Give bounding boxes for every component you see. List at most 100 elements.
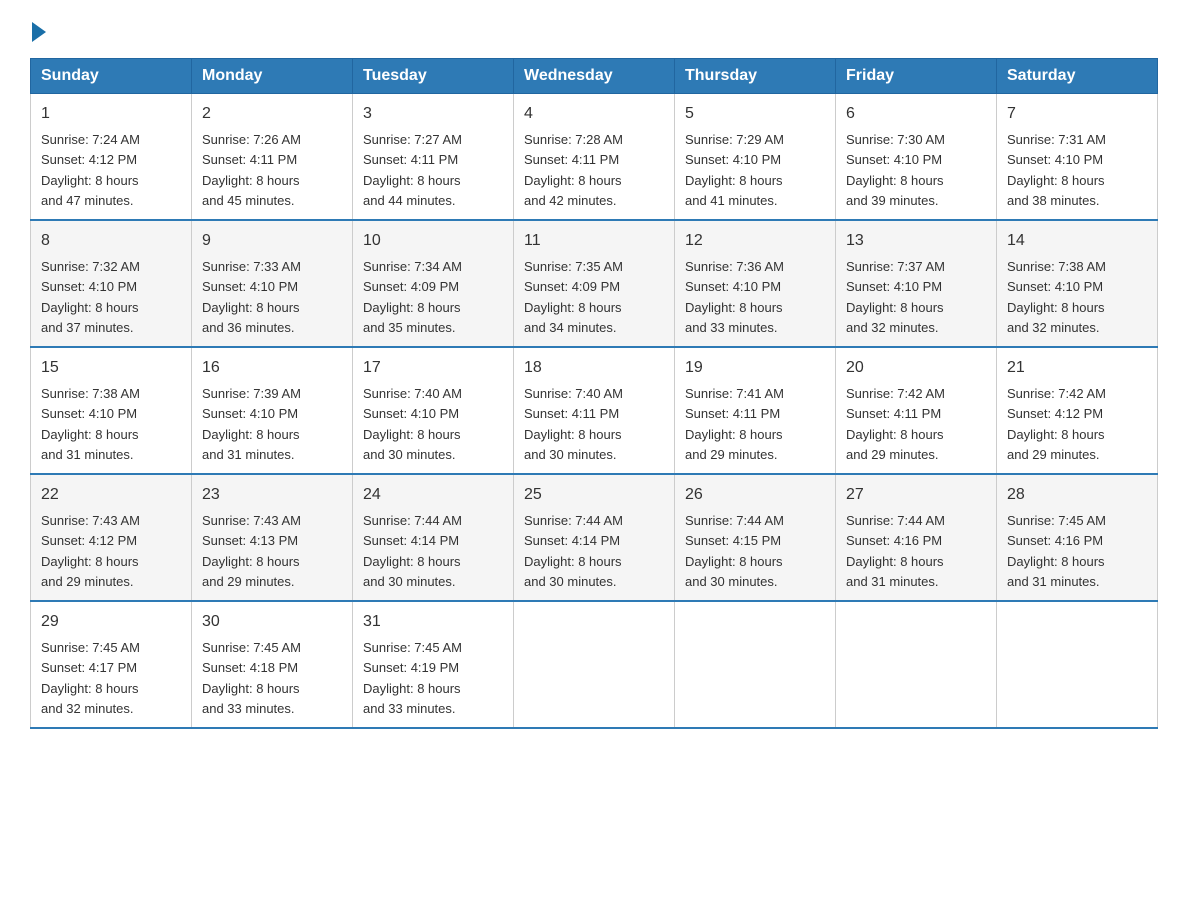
day-info: Sunrise: 7:30 AMSunset: 4:10 PMDaylight:… — [846, 132, 945, 208]
calendar-cell: 26 Sunrise: 7:44 AMSunset: 4:15 PMDayligh… — [675, 474, 836, 601]
day-number: 7 — [1007, 102, 1147, 126]
calendar-cell: 25Sunrise: 7:44 AMSunset: 4:14 PMDayligh… — [514, 474, 675, 601]
day-number: 26 — [685, 483, 825, 507]
day-info: Sunrise: 7:42 AMSunset: 4:12 PMDaylight:… — [1007, 386, 1106, 462]
calendar-cell: 1 Sunrise: 7:24 AMSunset: 4:12 PMDaylight… — [31, 94, 192, 221]
day-number: 3 — [363, 102, 503, 126]
calendar-week-row: 29 Sunrise: 7:45 AMSunset: 4:17 PMDayligh… — [31, 601, 1158, 728]
day-info: Sunrise: 7:26 AMSunset: 4:11 PMDaylight:… — [202, 132, 301, 208]
day-number: 30 — [202, 610, 342, 634]
calendar-cell: 6 Sunrise: 7:30 AMSunset: 4:10 PMDaylight… — [836, 94, 997, 221]
day-number: 8 — [41, 229, 181, 253]
day-info: Sunrise: 7:41 AMSunset: 4:11 PMDaylight:… — [685, 386, 784, 462]
day-info: Sunrise: 7:44 AMSunset: 4:16 PMDaylight:… — [846, 513, 945, 589]
day-number: 24 — [363, 483, 503, 507]
calendar-cell: 24 Sunrise: 7:44 AMSunset: 4:14 PMDayligh… — [353, 474, 514, 601]
calendar-cell: 12 Sunrise: 7:36 AMSunset: 4:10 PMDayligh… — [675, 220, 836, 347]
calendar-cell: 3 Sunrise: 7:27 AMSunset: 4:11 PMDaylight… — [353, 94, 514, 221]
day-info: Sunrise: 7:32 AMSunset: 4:10 PMDaylight:… — [41, 259, 140, 335]
logo — [30, 20, 46, 38]
day-info: Sunrise: 7:38 AMSunset: 4:10 PMDaylight:… — [41, 386, 140, 462]
day-number: 18 — [524, 356, 664, 380]
calendar-week-row: 22Sunrise: 7:43 AMSunset: 4:12 PMDayligh… — [31, 474, 1158, 601]
day-info: Sunrise: 7:43 AMSunset: 4:13 PMDaylight:… — [202, 513, 301, 589]
day-number: 14 — [1007, 229, 1147, 253]
calendar-cell: 2Sunrise: 7:26 AMSunset: 4:11 PMDaylight… — [192, 94, 353, 221]
weekday-header-monday: Monday — [192, 59, 353, 94]
calendar-cell — [997, 601, 1158, 728]
day-info: Sunrise: 7:36 AMSunset: 4:10 PMDaylight:… — [685, 259, 784, 335]
day-number: 11 — [524, 229, 664, 253]
day-number: 15 — [41, 356, 181, 380]
weekday-header-thursday: Thursday — [675, 59, 836, 94]
day-number: 29 — [41, 610, 181, 634]
day-info: Sunrise: 7:45 AMSunset: 4:18 PMDaylight:… — [202, 640, 301, 716]
weekday-header-sunday: Sunday — [31, 59, 192, 94]
weekday-header-wednesday: Wednesday — [514, 59, 675, 94]
calendar-week-row: 1 Sunrise: 7:24 AMSunset: 4:12 PMDaylight… — [31, 94, 1158, 221]
day-number: 6 — [846, 102, 986, 126]
day-info: Sunrise: 7:33 AMSunset: 4:10 PMDaylight:… — [202, 259, 301, 335]
calendar-cell: 23Sunrise: 7:43 AMSunset: 4:13 PMDayligh… — [192, 474, 353, 601]
day-info: Sunrise: 7:42 AMSunset: 4:11 PMDaylight:… — [846, 386, 945, 462]
day-info: Sunrise: 7:45 AMSunset: 4:17 PMDaylight:… — [41, 640, 140, 716]
day-info: Sunrise: 7:34 AMSunset: 4:09 PMDaylight:… — [363, 259, 462, 335]
day-info: Sunrise: 7:40 AMSunset: 4:11 PMDaylight:… — [524, 386, 623, 462]
logo-arrow-icon — [32, 22, 46, 42]
day-info: Sunrise: 7:37 AMSunset: 4:10 PMDaylight:… — [846, 259, 945, 335]
calendar-cell: 11 Sunrise: 7:35 AMSunset: 4:09 PMDayligh… — [514, 220, 675, 347]
weekday-header-saturday: Saturday — [997, 59, 1158, 94]
day-info: Sunrise: 7:40 AMSunset: 4:10 PMDaylight:… — [363, 386, 462, 462]
calendar-cell: 22Sunrise: 7:43 AMSunset: 4:12 PMDayligh… — [31, 474, 192, 601]
day-number: 12 — [685, 229, 825, 253]
day-info: Sunrise: 7:35 AMSunset: 4:09 PMDaylight:… — [524, 259, 623, 335]
calendar-cell: 8 Sunrise: 7:32 AMSunset: 4:10 PMDaylight… — [31, 220, 192, 347]
calendar-week-row: 15 Sunrise: 7:38 AMSunset: 4:10 PMDayligh… — [31, 347, 1158, 474]
day-info: Sunrise: 7:44 AMSunset: 4:15 PMDaylight:… — [685, 513, 784, 589]
day-number: 13 — [846, 229, 986, 253]
day-info: Sunrise: 7:29 AMSunset: 4:10 PMDaylight:… — [685, 132, 784, 208]
day-number: 16 — [202, 356, 342, 380]
calendar-cell: 19 Sunrise: 7:41 AMSunset: 4:11 PMDayligh… — [675, 347, 836, 474]
calendar-cell: 28Sunrise: 7:45 AMSunset: 4:16 PMDayligh… — [997, 474, 1158, 601]
day-number: 31 — [363, 610, 503, 634]
weekday-header-row: SundayMondayTuesdayWednesdayThursdayFrid… — [31, 59, 1158, 94]
day-info: Sunrise: 7:28 AMSunset: 4:11 PMDaylight:… — [524, 132, 623, 208]
calendar-cell: 27 Sunrise: 7:44 AMSunset: 4:16 PMDayligh… — [836, 474, 997, 601]
day-info: Sunrise: 7:44 AMSunset: 4:14 PMDaylight:… — [363, 513, 462, 589]
day-number: 25 — [524, 483, 664, 507]
calendar-week-row: 8 Sunrise: 7:32 AMSunset: 4:10 PMDaylight… — [31, 220, 1158, 347]
day-number: 21 — [1007, 356, 1147, 380]
day-number: 20 — [846, 356, 986, 380]
weekday-header-tuesday: Tuesday — [353, 59, 514, 94]
day-number: 19 — [685, 356, 825, 380]
calendar-cell: 16 Sunrise: 7:39 AMSunset: 4:10 PMDayligh… — [192, 347, 353, 474]
weekday-header-friday: Friday — [836, 59, 997, 94]
day-info: Sunrise: 7:43 AMSunset: 4:12 PMDaylight:… — [41, 513, 140, 589]
calendar-cell: 7 Sunrise: 7:31 AMSunset: 4:10 PMDaylight… — [997, 94, 1158, 221]
calendar-cell: 18 Sunrise: 7:40 AMSunset: 4:11 PMDayligh… — [514, 347, 675, 474]
day-number: 17 — [363, 356, 503, 380]
calendar-cell — [836, 601, 997, 728]
calendar-cell: 20 Sunrise: 7:42 AMSunset: 4:11 PMDayligh… — [836, 347, 997, 474]
day-number: 10 — [363, 229, 503, 253]
day-number: 1 — [41, 102, 181, 126]
day-info: Sunrise: 7:27 AMSunset: 4:11 PMDaylight:… — [363, 132, 462, 208]
calendar-cell: 13 Sunrise: 7:37 AMSunset: 4:10 PMDayligh… — [836, 220, 997, 347]
day-info: Sunrise: 7:31 AMSunset: 4:10 PMDaylight:… — [1007, 132, 1106, 208]
calendar-cell — [675, 601, 836, 728]
calendar-cell — [514, 601, 675, 728]
day-info: Sunrise: 7:24 AMSunset: 4:12 PMDaylight:… — [41, 132, 140, 208]
day-number: 4 — [524, 102, 664, 126]
calendar-cell: 31Sunrise: 7:45 AMSunset: 4:19 PMDayligh… — [353, 601, 514, 728]
day-info: Sunrise: 7:38 AMSunset: 4:10 PMDaylight:… — [1007, 259, 1106, 335]
calendar-cell: 10 Sunrise: 7:34 AMSunset: 4:09 PMDayligh… — [353, 220, 514, 347]
day-number: 27 — [846, 483, 986, 507]
calendar-cell: 17 Sunrise: 7:40 AMSunset: 4:10 PMDayligh… — [353, 347, 514, 474]
day-info: Sunrise: 7:45 AMSunset: 4:16 PMDaylight:… — [1007, 513, 1106, 589]
calendar-cell: 9Sunrise: 7:33 AMSunset: 4:10 PMDaylight… — [192, 220, 353, 347]
calendar-cell: 30 Sunrise: 7:45 AMSunset: 4:18 PMDayligh… — [192, 601, 353, 728]
calendar-cell: 14 Sunrise: 7:38 AMSunset: 4:10 PMDayligh… — [997, 220, 1158, 347]
calendar-table: SundayMondayTuesdayWednesdayThursdayFrid… — [30, 58, 1158, 729]
day-info: Sunrise: 7:39 AMSunset: 4:10 PMDaylight:… — [202, 386, 301, 462]
